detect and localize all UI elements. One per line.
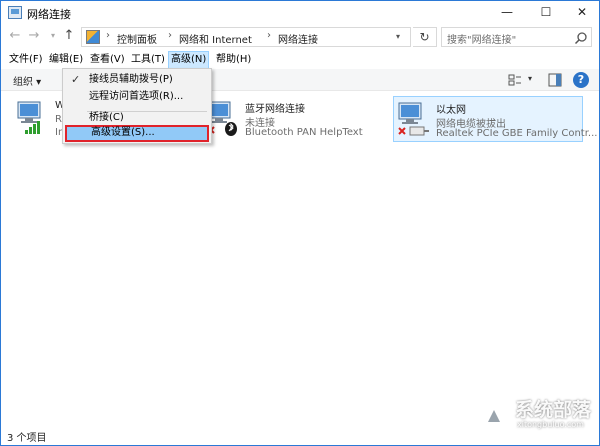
watermark-url: xitongbuluo.com: [517, 420, 584, 429]
menu-help[interactable]: 帮助(H): [214, 51, 253, 69]
menu-item-label: 接线员辅助拨号(P): [89, 74, 173, 85]
connection-name: 以太网: [436, 105, 466, 116]
breadcrumb-separator[interactable]: ›: [168, 30, 172, 41]
maximize-button[interactable]: ☐: [528, 1, 564, 25]
refresh-icon: ↻: [419, 30, 430, 44]
ethernet-network-icon: [398, 102, 429, 136]
search-icon: [574, 32, 587, 45]
address-bar: ← → ▾ ↑ › 控制面板 › 网络和 Internet › 网络连接 ▾ ↻…: [1, 25, 599, 49]
breadcrumb-network-connections[interactable]: 网络连接: [278, 31, 318, 46]
change-view-icon[interactable]: [507, 72, 523, 88]
search-input[interactable]: 搜索"网络连接": [441, 27, 592, 47]
organize-button[interactable]: 组织 ▾: [13, 73, 41, 88]
up-arrow-icon[interactable]: ↑: [61, 28, 77, 44]
advanced-menu: ✓ 接线员辅助拨号(P) 远程访问首选项(R)... 桥接(C) 高级设置(S)…: [62, 68, 212, 144]
control-panel-icon: [86, 30, 100, 44]
search-placeholder: 搜索"网络连接": [447, 35, 517, 46]
watermark-text: 系统部落: [515, 399, 592, 421]
network-folder-icon: [8, 6, 22, 19]
connection-device: Realtek PCIe GBE Family Contr...: [436, 128, 598, 139]
list-item-ethernet[interactable]: 以太网 网络电缆被拔出 Realtek PCIe GBE Family Cont…: [393, 96, 597, 142]
menu-item-remote-access-preferences[interactable]: 远程访问首选项(R)...: [65, 89, 209, 105]
title-bar[interactable]: 网络连接 — ☐ ✕: [1, 1, 599, 25]
menu-view[interactable]: 查看(V): [88, 51, 127, 69]
breadcrumb-separator[interactable]: ›: [267, 30, 271, 41]
refresh-button[interactable]: ↻: [413, 27, 437, 47]
preview-pane-icon[interactable]: [547, 72, 563, 88]
network-connections-window: 网络连接 — ☐ ✕ ← → ▾ ↑ › 控制面板 › 网络和 Internet…: [0, 0, 600, 446]
window-title: 网络连接: [27, 8, 71, 21]
item-count: 3 个项目: [7, 433, 47, 444]
back-arrow-icon[interactable]: ←: [7, 28, 23, 44]
breadcrumb-control-panel[interactable]: 控制面板: [117, 31, 157, 46]
menu-item-label: 远程访问首选项(R)...: [89, 91, 184, 102]
menu-advanced[interactable]: 高级(N): [168, 51, 210, 69]
menu-item-label: 桥接(C): [89, 112, 124, 123]
minimize-button[interactable]: —: [489, 1, 525, 25]
site-logo-icon: [479, 397, 509, 427]
breadcrumb[interactable]: › 控制面板 › 网络和 Internet › 网络连接 ▾: [81, 27, 411, 47]
menu-edit[interactable]: 编辑(E): [47, 51, 85, 69]
watermark: 系统部落 xitongbuluo.com: [479, 393, 597, 437]
forward-arrow-icon[interactable]: →: [26, 28, 42, 44]
menu-bar: 文件(F) 编辑(E) 查看(V) 工具(T) 高级(N) 帮助(H): [1, 51, 599, 69]
connection-device: Bluetooth PAN HelpText: [245, 127, 363, 138]
recent-locations-chevron-icon[interactable]: ▾: [45, 28, 61, 44]
breadcrumb-network-internet[interactable]: 网络和 Internet: [179, 31, 252, 46]
menu-file[interactable]: 文件(F): [7, 51, 45, 69]
connection-status: R: [55, 114, 62, 125]
menu-item-advanced-settings[interactable]: 高级设置(S)...: [65, 125, 209, 142]
list-item-bluetooth[interactable]: 蓝牙网络连接 未连接 Bluetooth PAN HelpText: [201, 96, 391, 142]
wifi-network-icon: [17, 101, 41, 134]
menu-item-bridge[interactable]: 桥接(C): [65, 110, 209, 126]
view-options-chevron-icon[interactable]: ▾: [528, 74, 532, 83]
menu-item-label: 高级设置(S)...: [91, 127, 155, 138]
menu-tools[interactable]: 工具(T): [129, 51, 167, 69]
help-icon[interactable]: ?: [573, 72, 589, 88]
breadcrumb-separator[interactable]: ›: [106, 30, 110, 41]
address-history-chevron-icon[interactable]: ▾: [396, 32, 400, 41]
close-button[interactable]: ✕: [564, 1, 600, 25]
menu-item-operator-assisted-dialing[interactable]: ✓ 接线员辅助拨号(P): [65, 72, 209, 88]
checkmark-icon: ✓: [71, 73, 81, 86]
connection-name: 蓝牙网络连接: [245, 104, 305, 115]
